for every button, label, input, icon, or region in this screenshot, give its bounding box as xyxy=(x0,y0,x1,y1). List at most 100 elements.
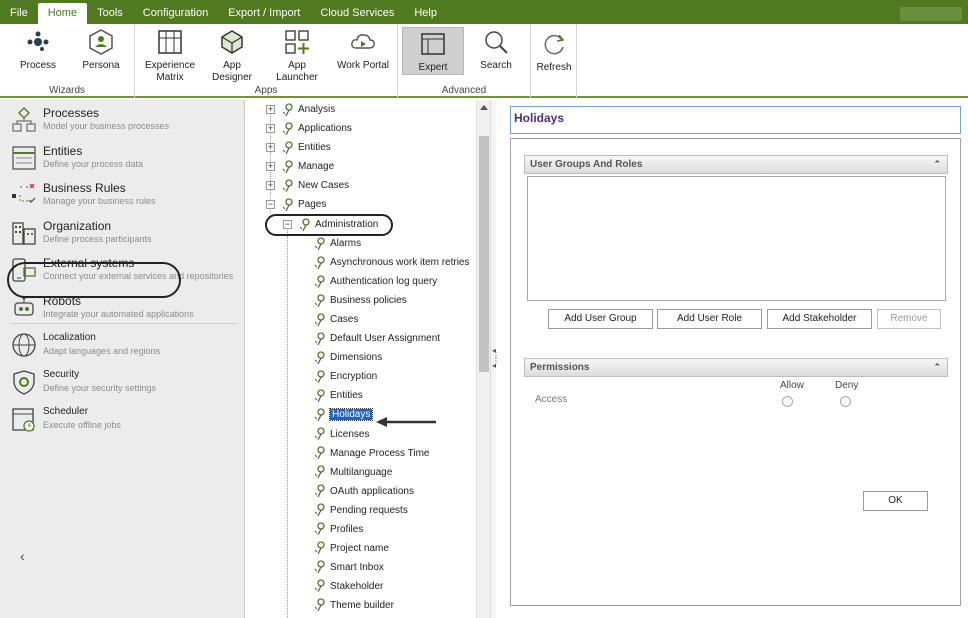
remove-button[interactable]: Remove xyxy=(877,309,941,329)
app-launcher-button[interactable]: App Launcher xyxy=(267,28,327,84)
menu-tools[interactable]: Tools xyxy=(87,0,133,24)
nav-title-security: Security xyxy=(43,369,80,380)
tree-leaf-item[interactable]: Project name xyxy=(313,539,389,558)
security-highlight-oval xyxy=(7,262,181,298)
page-leaf-icon xyxy=(314,541,325,555)
app-designer-button[interactable]: App Designer xyxy=(203,28,261,84)
nav-item-localization[interactable]: Localization Adapt languages and regions xyxy=(10,331,238,365)
menu-bar: File Home Tools Configuration Export / I… xyxy=(0,0,968,24)
tree-expander-icon[interactable]: + xyxy=(266,181,275,190)
refresh-icon xyxy=(544,34,565,55)
scroll-up-arrow-icon[interactable] xyxy=(480,105,488,110)
persona-button[interactable]: Persona xyxy=(80,28,122,72)
tree-node[interactable]: + Analysis xyxy=(266,100,335,119)
page-leaf-icon xyxy=(314,503,325,517)
tree-leaf-item[interactable]: OAuth applications xyxy=(313,482,414,501)
tree-scrollbar[interactable] xyxy=(476,100,490,618)
tree-expander-icon[interactable]: + xyxy=(266,162,275,171)
collapse-panel-chevron-left-icon[interactable]: ‹ xyxy=(20,548,25,564)
page-leaf-icon xyxy=(314,293,325,307)
tree-leaf-item[interactable]: Stakeholder xyxy=(313,577,383,596)
ribbon-group-wizards: Process Persona Wizards xyxy=(0,24,135,98)
tree-leaf-item[interactable]: Alarms xyxy=(313,234,361,253)
tree-node[interactable]: + Manage xyxy=(266,157,334,176)
tree-leaf-item[interactable]: Dimensions xyxy=(313,348,382,367)
collapse-chevron-up-icon[interactable]: ⌃ xyxy=(933,359,941,376)
tree-leaf-item[interactable]: Asynchronous work item retries xyxy=(313,253,470,272)
pointer-arrow-icon xyxy=(376,417,436,427)
menu-file[interactable]: File xyxy=(0,0,38,24)
experience-matrix-icon xyxy=(158,30,182,54)
add-user-role-button[interactable]: Add User Role xyxy=(657,309,762,329)
wizards-group-label: Wizards xyxy=(48,85,86,96)
permissions-section-header[interactable]: Permissions ⌃ xyxy=(524,358,948,377)
nav-separator xyxy=(10,323,238,324)
page-leaf-icon xyxy=(314,408,325,422)
tree-node[interactable]: + New Cases xyxy=(266,176,349,195)
nav-item-processes[interactable]: Processes Model your business processes xyxy=(10,106,238,140)
tree-leaf-item[interactable]: Cases xyxy=(313,310,358,329)
menu-home[interactable]: Home xyxy=(37,3,88,24)
tree-leaf-item[interactable]: Encryption xyxy=(313,367,377,386)
security-icon xyxy=(13,370,35,395)
work-portal-button[interactable]: Work Portal xyxy=(335,28,391,72)
access-deny-radio[interactable] xyxy=(840,396,851,407)
tree-leaf-item[interactable]: Default User Assignment xyxy=(313,329,440,348)
menu-export-import[interactable]: Export / Import xyxy=(218,0,310,24)
tree-node[interactable]: + Applications xyxy=(266,119,352,138)
persona-icon xyxy=(89,29,113,55)
nav-item-organization[interactable]: Organization Define process participants xyxy=(10,219,238,253)
tree-expander-icon[interactable]: − xyxy=(266,200,275,209)
nav-item-scheduler[interactable]: Scheduler Execute offline jobs xyxy=(10,405,238,439)
search-button[interactable]: Search xyxy=(476,28,516,72)
panel-splitter[interactable]: ◂ ⋮ ⋮ ◂ xyxy=(490,100,500,618)
tree-leaf-item[interactable]: Multilanguage xyxy=(313,463,392,482)
tree-leaf-item[interactable]: Business policies xyxy=(313,291,407,310)
page-leaf-icon xyxy=(314,351,325,365)
nav-item-business-rules[interactable]: Business Rules Manage your business rule… xyxy=(10,181,238,215)
expert-button[interactable]: Expert xyxy=(402,27,464,75)
ribbon: Process Persona Wizards Experience Matri… xyxy=(0,24,968,98)
scrollbar-thumb[interactable] xyxy=(479,136,489,372)
tree-expander-icon[interactable]: + xyxy=(266,124,275,133)
tree-leaf-item[interactable]: Authentication log query xyxy=(313,272,437,291)
page-leaf-icon xyxy=(314,598,325,612)
tree-leaf-item[interactable]: Holidays xyxy=(313,405,374,424)
add-user-group-button[interactable]: Add User Group xyxy=(548,309,653,329)
tree-leaf-item[interactable]: Theme builder xyxy=(313,596,394,615)
nav-subtitle-localization: Adapt languages and regions xyxy=(43,346,161,356)
process-button[interactable]: Process xyxy=(18,28,58,72)
search-icon xyxy=(485,31,508,54)
page-node-icon xyxy=(282,121,293,135)
menu-cloud-services[interactable]: Cloud Services xyxy=(310,0,404,24)
page-leaf-icon xyxy=(314,579,325,593)
tree-leaf-item[interactable]: Entities xyxy=(313,386,363,405)
menu-help[interactable]: Help xyxy=(404,0,447,24)
menu-configuration[interactable]: Configuration xyxy=(133,0,218,24)
user-groups-section-header[interactable]: User Groups And Roles ⌃ xyxy=(524,155,948,174)
collapse-chevron-up-icon[interactable]: ⌃ xyxy=(933,156,941,173)
tree-expander-icon[interactable]: + xyxy=(266,143,275,152)
nav-item-security[interactable]: Security Define your security settings xyxy=(10,368,238,402)
tree-expander-icon[interactable]: + xyxy=(266,105,275,114)
detail-title-box: Holidays xyxy=(510,106,961,134)
tree-leaf-item[interactable]: Licenses xyxy=(313,425,369,444)
refresh-button[interactable]: Refresh xyxy=(535,28,573,74)
nav-subtitle-business-rules: Manage your business rules xyxy=(43,196,156,206)
tree-leaf-item[interactable]: Smart Inbox xyxy=(313,558,384,577)
tree-leaf-item[interactable]: Pending requests xyxy=(313,501,408,520)
administration-highlight-oval xyxy=(265,214,393,236)
tree-node[interactable]: − Pages xyxy=(266,195,326,214)
detail-title: Holidays xyxy=(514,111,565,125)
tree-node[interactable]: + Entities xyxy=(266,138,331,157)
page-leaf-icon xyxy=(314,427,325,441)
add-stakeholder-button[interactable]: Add Stakeholder xyxy=(767,309,872,329)
tree-leaf-item[interactable]: Manage Process Time xyxy=(313,444,430,463)
experience-matrix-button[interactable]: Experience Matrix xyxy=(145,28,195,84)
user-groups-list[interactable] xyxy=(527,176,946,301)
ok-button[interactable]: OK xyxy=(863,491,928,511)
access-allow-radio[interactable] xyxy=(782,396,793,407)
nav-item-entities[interactable]: Entities Define your process data xyxy=(10,144,238,178)
page-leaf-icon xyxy=(314,236,325,250)
tree-leaf-item[interactable]: Profiles xyxy=(313,520,363,539)
